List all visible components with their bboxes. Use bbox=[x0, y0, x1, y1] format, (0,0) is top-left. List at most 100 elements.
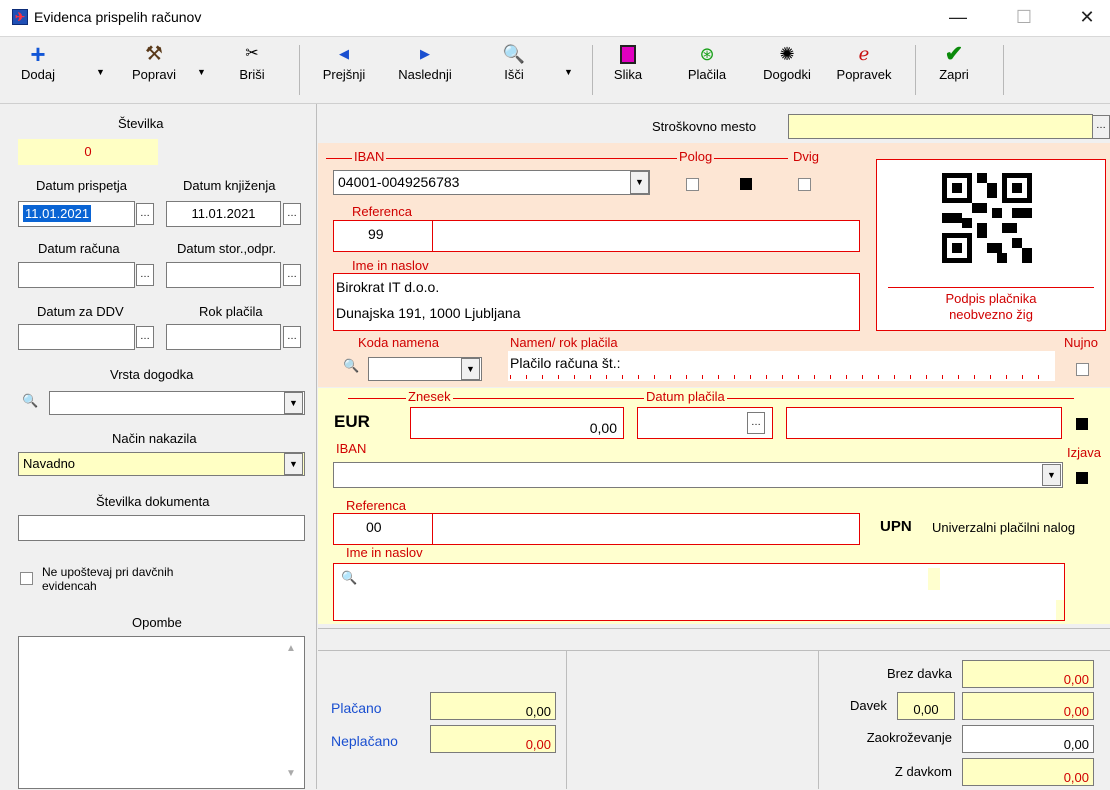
minimize-icon[interactable]: — bbox=[935, 0, 981, 36]
lookup-icon[interactable]: 🔍 bbox=[341, 570, 357, 586]
popravi-label: Popravi bbox=[131, 67, 177, 82]
popravi-button[interactable]: ⚒ Popravi bbox=[122, 37, 186, 101]
chevron-down-icon[interactable]: ▼ bbox=[284, 453, 303, 475]
datum-racuna-picker[interactable]: … bbox=[136, 264, 154, 286]
polog-rule bbox=[712, 158, 788, 159]
slika-button[interactable]: Slika bbox=[605, 37, 651, 101]
referenca-label: Referenca bbox=[352, 204, 412, 219]
stroskovno-mesto-picker[interactable]: … bbox=[1092, 115, 1110, 139]
podpis-line1: Podpis plačnika bbox=[945, 291, 1037, 306]
znesek-label: Znesek bbox=[406, 389, 453, 404]
datum-placila-label: Datum plačila bbox=[644, 389, 727, 404]
upn-title: UPN bbox=[880, 518, 912, 535]
stevilka-dokumenta-label: Številka dokumenta bbox=[96, 494, 210, 509]
iban-label: IBAN bbox=[352, 149, 387, 164]
ne-upostevaj-line1: Ne upoštevaj pri davčnih bbox=[42, 565, 174, 579]
datum-prispetja-field[interactable]: 11.01.2021 bbox=[18, 201, 135, 227]
znesek-field[interactable]: 0,00 bbox=[410, 407, 624, 439]
summary-divider bbox=[818, 650, 819, 789]
datum-knjizenja-picker[interactable]: … bbox=[283, 203, 301, 225]
maximize-icon[interactable]: ☐ bbox=[1001, 0, 1047, 36]
datum-racuna-label: Datum računa bbox=[38, 241, 120, 256]
nacin-nakazila-select[interactable]: Navadno bbox=[18, 452, 305, 476]
podpis-line2: neobvezno žig bbox=[949, 307, 1033, 322]
stevilka-dokumenta-field[interactable] bbox=[18, 515, 305, 541]
lookup-icon[interactable]: 🔍 bbox=[343, 358, 359, 374]
vrsta-dogodka-label: Vrsta dogodka bbox=[110, 367, 194, 382]
rok-placila-field[interactable] bbox=[166, 324, 281, 350]
polog-checkbox[interactable] bbox=[686, 178, 699, 191]
zapri-button[interactable]: ✔ Zapri bbox=[926, 37, 982, 101]
nacin-nakazila-label: Način nakazila bbox=[112, 431, 197, 446]
chevron-down-icon[interactable]: ▼ bbox=[284, 392, 303, 414]
referenca2-field[interactable] bbox=[333, 513, 860, 545]
dodaj-label: Dodaj bbox=[21, 67, 55, 82]
datum-placila-extra-field[interactable] bbox=[786, 407, 1062, 439]
plus-icon: + bbox=[30, 39, 46, 69]
prejsnji-button[interactable]: ◀ Prejšnji bbox=[309, 37, 379, 101]
rok-placila-label: Rok plačila bbox=[199, 304, 263, 319]
isci-label: Išči bbox=[504, 67, 524, 82]
nujno-checkbox[interactable] bbox=[1076, 363, 1089, 376]
placila-button[interactable]: ⊛ Plačila bbox=[680, 37, 734, 101]
dvig-checkbox[interactable] bbox=[798, 178, 811, 191]
lookup-icon[interactable]: 🔍 bbox=[22, 393, 38, 409]
referenca-field[interactable] bbox=[333, 220, 860, 252]
naslednji-button[interactable]: ▶ Naslednji bbox=[385, 37, 465, 101]
neplacano-label: Neplačano bbox=[331, 733, 398, 749]
app-icon: ✈ bbox=[12, 9, 28, 25]
datum-ddv-field[interactable] bbox=[18, 324, 135, 350]
iban2-label: IBAN bbox=[336, 441, 367, 456]
toolbar: + Dodaj ▼ ⚒ Popravi ▼ ✂ Briši ◀ Prejšnji… bbox=[0, 37, 1110, 104]
iban-select[interactable]: 04001-0049256783 bbox=[333, 170, 650, 195]
datum-racuna-field[interactable] bbox=[18, 262, 135, 288]
z-davkom-label: Z davkom bbox=[894, 764, 952, 779]
chevron-down-icon[interactable]: ▼ bbox=[630, 171, 649, 194]
popravi-dropdown-icon[interactable]: ▼ bbox=[197, 67, 206, 77]
scroll-up-icon[interactable]: ▲ bbox=[286, 643, 296, 654]
zaokrozevanje-field[interactable]: 0,00 bbox=[962, 725, 1094, 753]
datum-stor-field[interactable] bbox=[166, 262, 281, 288]
rok-placila-picker[interactable]: … bbox=[283, 326, 301, 348]
datum-knjizenja-label: Datum knjiženja bbox=[183, 178, 276, 193]
ime-line1: Birokrat IT d.o.o. bbox=[336, 279, 440, 295]
placano-field: 0,00 bbox=[430, 692, 556, 720]
chevron-down-icon[interactable]: ▼ bbox=[461, 358, 480, 380]
isci-dropdown-icon[interactable]: ▼ bbox=[564, 67, 573, 77]
ne-upostevaj-checkbox[interactable] bbox=[20, 572, 33, 585]
ime2-marker bbox=[928, 568, 940, 590]
summary-divider bbox=[566, 650, 567, 789]
stevilka-field[interactable]: 0 bbox=[18, 139, 158, 165]
brez-davka-label: Brez davka bbox=[886, 666, 952, 681]
datum-ddv-label: Datum za DDV bbox=[37, 304, 124, 319]
datum-knjizenja-field[interactable]: 11.01.2021 bbox=[166, 201, 281, 227]
currency-label: EUR bbox=[334, 412, 370, 431]
datum-prispetja-picker[interactable]: … bbox=[136, 203, 154, 225]
isci-button[interactable]: 🔍 Išči bbox=[494, 37, 534, 101]
indicator-square bbox=[1076, 472, 1088, 484]
ime2-marker bbox=[1056, 600, 1064, 620]
checkmark-icon: ✔ bbox=[944, 41, 964, 66]
prejsnji-label: Prejšnji bbox=[322, 67, 366, 82]
scissors-icon: ✂ bbox=[245, 45, 259, 62]
datum-stor-picker[interactable]: … bbox=[283, 264, 301, 286]
dogodki-button[interactable]: ✺ Dogodki bbox=[754, 37, 820, 101]
dodaj-button[interactable]: + Dodaj bbox=[16, 37, 60, 101]
ime2-field[interactable] bbox=[333, 563, 1065, 621]
vrsta-dogodka-select[interactable] bbox=[49, 391, 305, 415]
arrow-right-icon: ▶ bbox=[420, 46, 430, 61]
brez-davka-field: 0,00 bbox=[962, 660, 1094, 688]
datum-ddv-picker[interactable]: … bbox=[136, 326, 154, 348]
opombe-textarea[interactable] bbox=[18, 636, 305, 789]
close-icon[interactable]: ✕ bbox=[1064, 0, 1110, 36]
dodaj-dropdown-icon[interactable]: ▼ bbox=[96, 67, 105, 77]
brisi-button[interactable]: ✂ Briši bbox=[227, 37, 277, 101]
stroskovno-mesto-field[interactable] bbox=[788, 114, 1093, 139]
iban2-select[interactable] bbox=[333, 462, 1063, 488]
indicator-square bbox=[740, 178, 752, 190]
popravek-button[interactable]: ℯ Popravek bbox=[816, 37, 912, 101]
chevron-down-icon[interactable]: ▼ bbox=[1042, 464, 1061, 486]
datum-prispetja-value: 11.01.2021 bbox=[23, 205, 92, 222]
scroll-down-icon[interactable]: ▼ bbox=[286, 768, 296, 779]
datum-placila-picker[interactable]: … bbox=[747, 412, 765, 434]
